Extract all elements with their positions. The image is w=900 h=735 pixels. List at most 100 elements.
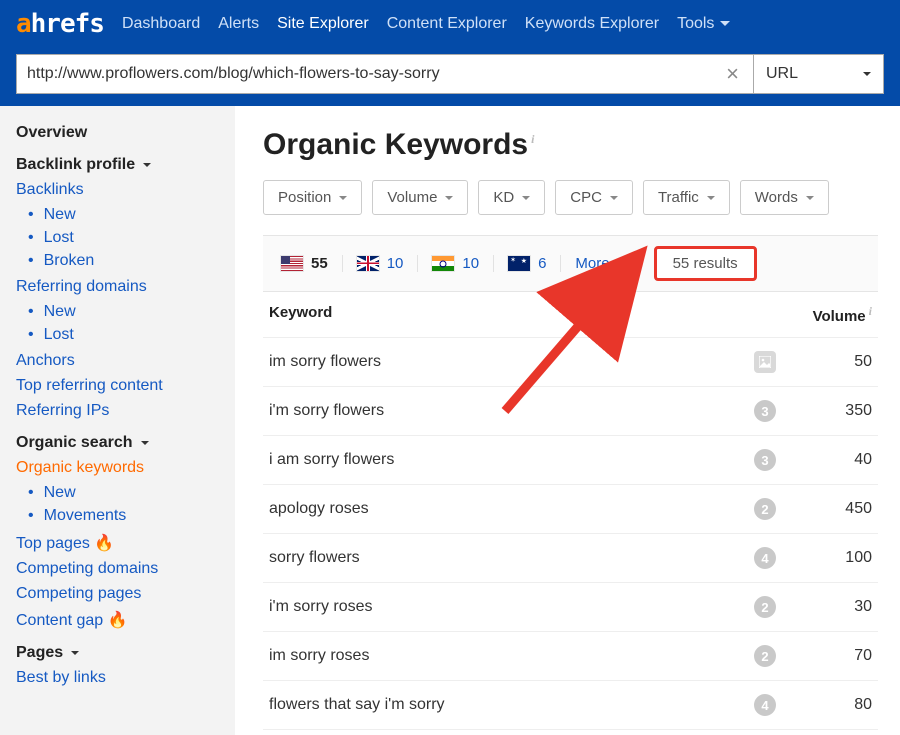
sidebar-organic-search[interactable]: Organic search [16,434,219,452]
results-count-box: 55 results [654,246,757,281]
volume-cell: 350 [802,402,872,420]
country-us[interactable]: 55 [267,255,343,272]
sidebar-top-pages[interactable]: Top pages 🔥 [16,533,219,553]
filter-row: Position Volume KD CPC Traffic Words [263,180,878,215]
volume-cell: 100 [802,549,872,567]
keyword-cell: i'm sorry roses [269,598,754,616]
country-in-count: 10 [462,255,479,272]
sidebar-overview[interactable]: Overview [16,124,219,142]
url-bar-row: × URL [0,48,900,106]
position-badge: 2 [754,645,776,667]
clear-url-icon[interactable]: × [722,61,743,87]
keyword-cell: flowers that say i'm sorry [269,696,754,714]
filter-cpc[interactable]: CPC [555,180,633,215]
country-bar: 55 10 10 6 More 55 results [263,235,878,292]
position-badge: 3 [754,449,776,471]
sidebar-best-by-links[interactable]: Best by links [16,669,219,687]
country-au-count: 6 [538,255,546,272]
keyword-table: Keyword Volumei im sorry flowers 50 i'm so… [263,292,878,735]
logo[interactable]: ahrefs [16,9,104,39]
url-input[interactable] [27,65,722,83]
sidebar-rd-new[interactable]: New [28,303,219,321]
country-in[interactable]: 10 [418,255,494,272]
table-row[interactable]: i am sorry flowers3 40 [263,436,878,485]
mode-select-label: URL [766,65,798,83]
fire-icon: 🔥 [108,612,128,629]
country-more[interactable]: More [561,255,639,272]
keyword-cell: im sorry roses [269,647,754,665]
volume-cell: 80 [802,696,872,714]
sidebar-referring-domains[interactable]: Referring domains [16,278,219,296]
filter-traffic[interactable]: Traffic [643,180,730,215]
country-gb-count: 10 [387,255,404,272]
url-input-wrap: × [16,54,754,94]
filter-volume[interactable]: Volume [372,180,468,215]
sidebar: Overview Backlink profile Backlinks New … [0,106,235,735]
sidebar-backlinks-new[interactable]: New [28,206,219,224]
sidebar-backlinks[interactable]: Backlinks [16,181,219,199]
table-row[interactable]: im sorry flowers 50 [263,338,878,387]
col-volume[interactable]: Volumei [813,304,872,325]
col-keyword[interactable]: Keyword [269,304,332,325]
flag-us-icon [281,256,303,271]
table-row[interactable]: im sorry roses2 70 [263,632,878,681]
table-row[interactable]: sorry flowers4100 [263,534,878,583]
position-badge: 4 [754,547,776,569]
volume-cell: 30 [802,598,872,616]
sidebar-top-ref-content[interactable]: Top referring content [16,377,219,395]
position-badge: 3 [754,400,776,422]
table-row[interactable]: flowers that mean i'm sorry470 [263,730,878,735]
nav-content-explorer[interactable]: Content Explorer [387,15,507,33]
sidebar-anchors[interactable]: Anchors [16,352,219,370]
page-title: Organic Keywordsi [263,128,878,162]
nav-tools[interactable]: Tools [677,15,730,33]
flag-au-icon [508,256,530,271]
sidebar-ok-movements[interactable]: Movements [28,507,219,525]
filter-words[interactable]: Words [740,180,829,215]
sidebar-organic-keywords[interactable]: Organic keywords [16,459,219,477]
nav-alerts[interactable]: Alerts [218,15,259,33]
volume-cell: 450 [802,500,872,518]
position-badge: 4 [754,694,776,716]
sidebar-referring-ips[interactable]: Referring IPs [16,402,219,420]
country-gb[interactable]: 10 [343,255,419,272]
sidebar-content-gap[interactable]: Content gap 🔥 [16,610,219,630]
nav-site-explorer[interactable]: Site Explorer [277,15,369,33]
position-badge: 2 [754,596,776,618]
keyword-cell: im sorry flowers [269,353,754,371]
sidebar-pages[interactable]: Pages [16,644,219,662]
sidebar-backlinks-broken[interactable]: Broken [28,252,219,270]
filter-position[interactable]: Position [263,180,362,215]
info-icon[interactable]: i [531,132,534,146]
mode-select[interactable]: URL [754,54,884,94]
logo-a: a [16,9,31,39]
main-content: Organic Keywordsi Position Volume KD CPC… [235,106,900,735]
top-nav-bar: ahrefs Dashboard Alerts Site Explorer Co… [0,0,900,48]
volume-cell: 70 [802,647,872,665]
sidebar-competing-domains[interactable]: Competing domains [16,560,219,578]
nav-keywords-explorer[interactable]: Keywords Explorer [525,15,659,33]
image-icon [754,351,776,373]
keyword-table-head: Keyword Volumei [263,292,878,338]
logo-rest: hrefs [31,9,104,39]
country-au[interactable]: 6 [494,255,561,272]
sidebar-rd-lost[interactable]: Lost [28,326,219,344]
volume-cell: 40 [802,451,872,469]
table-row[interactable]: i'm sorry flowers3350 [263,387,878,436]
table-row[interactable]: apology roses2450 [263,485,878,534]
table-row[interactable]: flowers that say i'm sorry4 80 [263,681,878,730]
keyword-cell: i am sorry flowers [269,451,754,469]
position-badge: 2 [754,498,776,520]
country-us-count: 55 [311,255,328,272]
table-row[interactable]: i'm sorry roses2 30 [263,583,878,632]
info-icon[interactable]: i [869,304,872,318]
sidebar-ok-new[interactable]: New [28,484,219,502]
sidebar-backlinks-lost[interactable]: Lost [28,229,219,247]
flag-gb-icon [357,256,379,271]
flag-in-icon [432,256,454,271]
nav-dashboard[interactable]: Dashboard [122,15,200,33]
sidebar-competing-pages[interactable]: Competing pages [16,585,219,603]
filter-kd[interactable]: KD [478,180,545,215]
volume-cell: 50 [802,353,872,371]
sidebar-backlink-profile[interactable]: Backlink profile [16,156,219,174]
